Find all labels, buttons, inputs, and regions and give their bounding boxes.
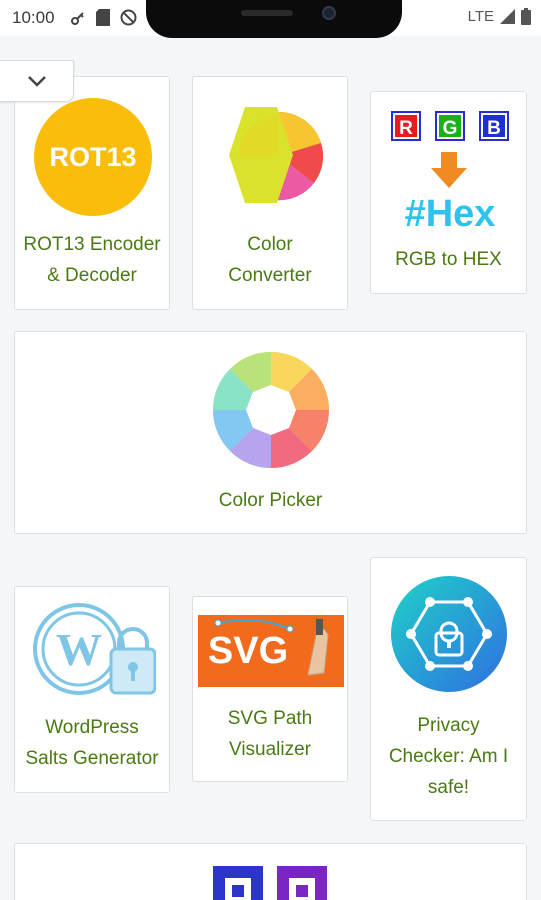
tool-card-wordpress-salts[interactable]: W WordPress Salts Generator [14, 586, 170, 793]
privacy-shield-icon [391, 576, 507, 692]
tool-card-rgb-to-hex[interactable]: R G B #Hex RGB to HEX [370, 91, 527, 294]
tool-label-line1: RGB to HEX [395, 249, 502, 270]
vpn-key-icon [71, 11, 84, 25]
svg-logo-text: SVG [208, 630, 288, 672]
svg-text:W: W [56, 624, 102, 675]
network-type: LTE [467, 8, 494, 25]
collapse-button[interactable] [0, 60, 74, 102]
tool-card-svg-path-visualizer[interactable]: SVG SVG Path Visualizer [192, 596, 348, 782]
chevron-down-icon [27, 76, 46, 87]
tool-label-line1: Privacy [417, 715, 480, 736]
next-tool-logo-icon [213, 866, 327, 900]
logo-r: R [399, 118, 413, 139]
status-time: 10:00 [12, 8, 55, 27]
tool-card-color-converter[interactable]: Color Converter [192, 76, 348, 310]
wordpress-lock-icon: W [33, 603, 156, 695]
tool-label-line1: WordPress [45, 717, 139, 738]
tool-label-line2: & Decoder [47, 265, 137, 286]
rot13-logo-text: ROT13 [49, 142, 136, 172]
tool-card-privacy-checker[interactable]: Privacy Checker: Am I safe! [370, 557, 527, 821]
rot13-logo-icon: ROT13 [34, 98, 152, 216]
logo-g: G [443, 118, 458, 139]
sd-card-icon [96, 9, 110, 26]
camera-notch [146, 0, 402, 38]
tool-label-line1: Color [247, 234, 293, 255]
tool-label-line2: Salts Generator [25, 748, 159, 769]
logo-hex: #Hex [405, 193, 496, 235]
tool-label-line1: SVG Path [227, 708, 313, 729]
battery-icon [521, 8, 531, 25]
tool-label-line2: Visualizer [228, 739, 312, 760]
tool-label-line2: Converter [228, 265, 312, 286]
tool-card-next[interactable] [14, 843, 527, 900]
tool-card-color-picker[interactable]: Color Picker [14, 331, 527, 534]
svg-logo-icon: SVG [198, 615, 344, 687]
rgb-to-hex-icon: R G B #Hex [391, 111, 509, 235]
tool-label-line3: safe! [427, 777, 470, 798]
tool-label-line2: Checker: Am I [388, 746, 509, 767]
do-not-disturb-icon [120, 9, 137, 26]
tool-label-line1: Color Picker [218, 490, 323, 511]
tool-card-rot13[interactable]: ROT13 ROT13 Encoder & Decoder [14, 76, 170, 310]
status-bar: 10:00 LTE [0, 0, 541, 38]
tool-label-line1: ROT13 Encoder [23, 234, 161, 255]
logo-b: B [487, 118, 501, 139]
color-picker-icon [213, 352, 329, 468]
color-converter-icon [229, 107, 324, 203]
signal-icon [500, 9, 515, 24]
